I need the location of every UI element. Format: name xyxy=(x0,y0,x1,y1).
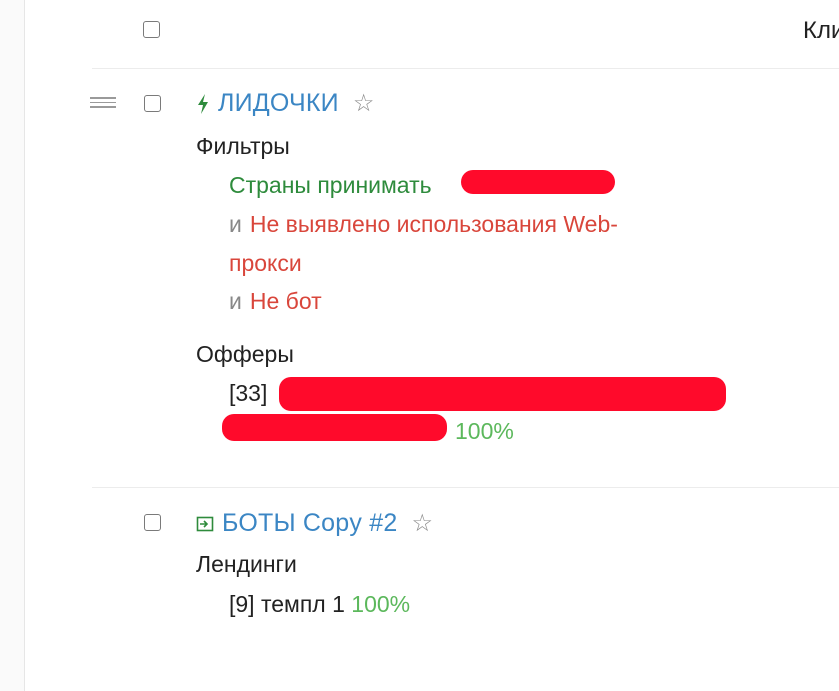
redacted-value xyxy=(461,170,615,194)
rule-checkbox[interactable] xyxy=(144,514,161,531)
filter-condition-continued: прокси xyxy=(229,250,302,276)
landing-name: темпл 1 xyxy=(260,591,345,617)
filter-text: Страны принимать xyxy=(229,172,432,198)
column-header-label[interactable]: Кли xyxy=(803,17,839,45)
landing-id: [9] xyxy=(229,591,255,617)
landing-item: [9] темпл 1 100% xyxy=(229,591,410,618)
bolt-icon xyxy=(196,93,210,115)
select-all-checkbox[interactable] xyxy=(143,21,160,38)
filter-condition: и Не бот xyxy=(229,288,322,315)
redacted-value xyxy=(279,377,726,411)
drag-handle-icon[interactable] xyxy=(90,97,116,111)
rule-title-row: БОТЫ Copy #2 ☆ xyxy=(196,509,433,538)
star-icon[interactable]: ☆ xyxy=(353,91,375,116)
offer-item: [33] xyxy=(229,380,267,407)
left-sidebar-edge xyxy=(0,0,25,691)
rule-title-row: ЛИДОЧКИ ☆ xyxy=(196,89,374,118)
filter-condition: и Не выявлено использования Web- xyxy=(229,211,618,238)
filter-conjunction: и xyxy=(229,211,242,237)
rule-name-link[interactable]: ЛИДОЧКИ xyxy=(218,89,339,118)
rule-name-link[interactable]: БОТЫ Copy #2 xyxy=(222,509,397,538)
row-divider xyxy=(92,487,839,488)
filter-condition: Страны принимать xyxy=(229,172,432,199)
offer-id: [33] xyxy=(229,380,268,406)
filter-conjunction: и xyxy=(229,288,242,314)
filter-text: Не выявлено использования Web- xyxy=(249,211,618,237)
landings-label: Лендинги xyxy=(196,551,297,577)
offers-label: Офферы xyxy=(196,341,294,367)
filters-label: Фильтры xyxy=(196,133,290,159)
offer-share: 100% xyxy=(455,418,514,444)
landing-share: 100% xyxy=(351,591,411,617)
filter-text: Не бот xyxy=(249,288,322,314)
star-icon[interactable]: ☆ xyxy=(411,511,433,536)
header-divider xyxy=(92,68,839,69)
rule-checkbox[interactable] xyxy=(144,95,161,112)
login-arrow-icon xyxy=(196,515,214,533)
redacted-value xyxy=(222,414,447,441)
